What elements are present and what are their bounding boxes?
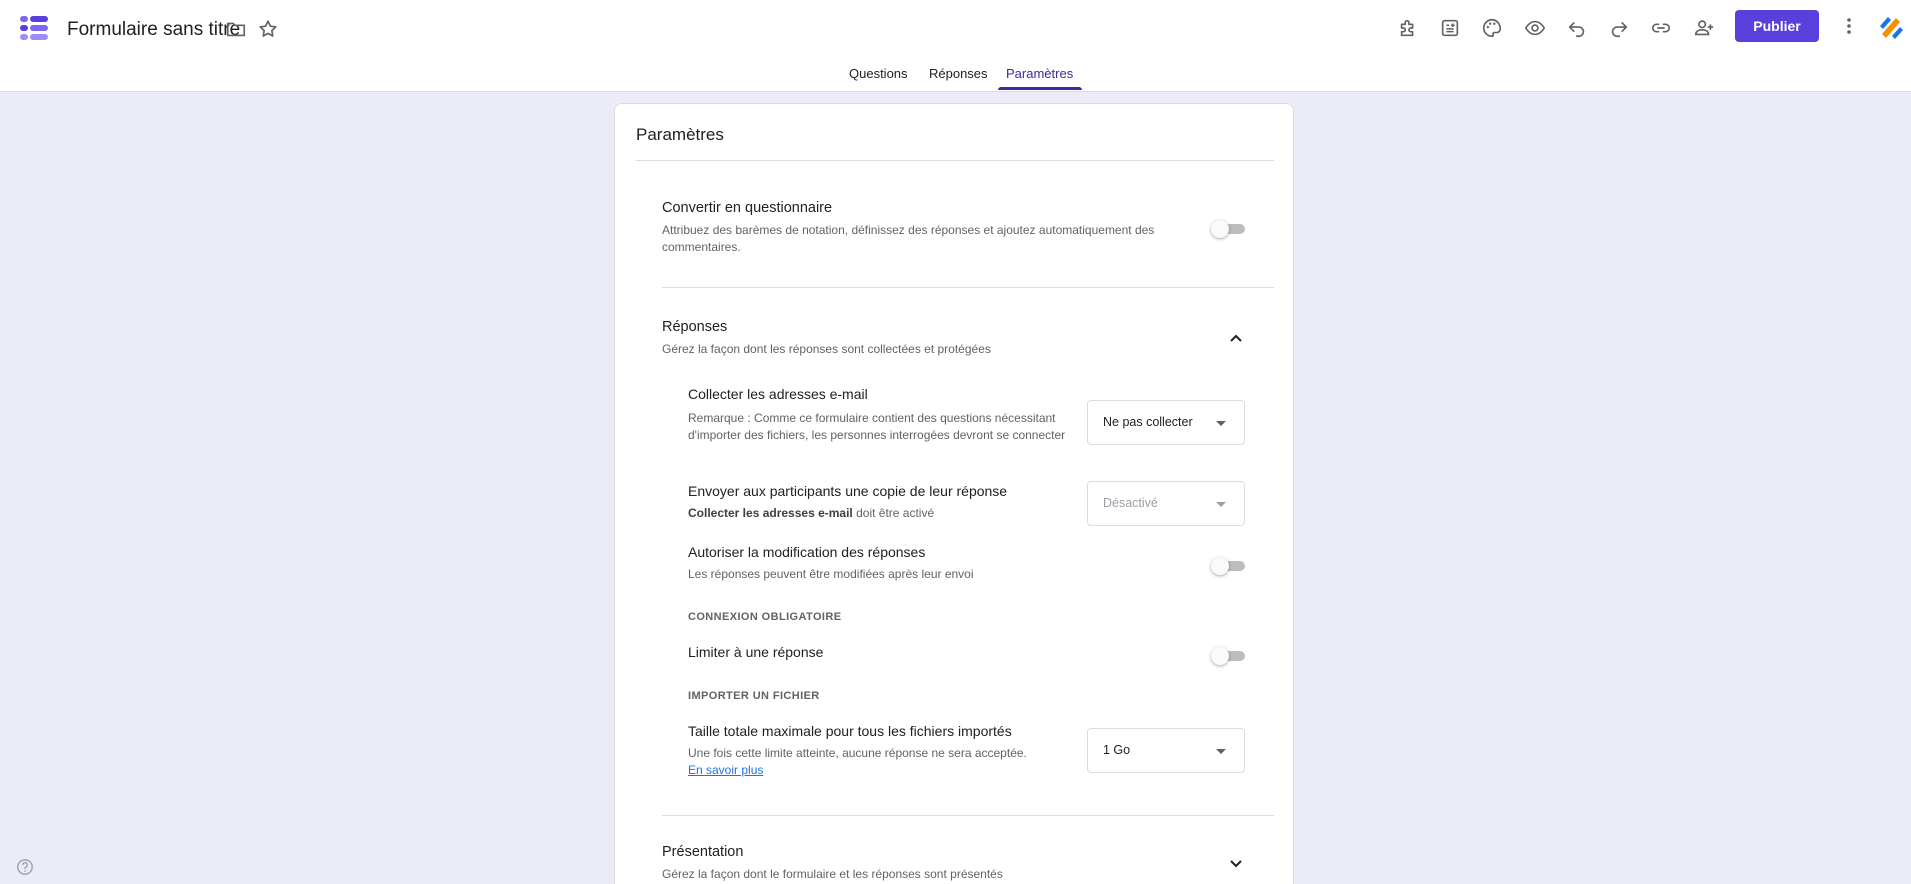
quiz-description: Attribuez des barèmes de notation, défin… <box>662 223 1155 254</box>
max-size-title: Taille totale maximale pour tous les fic… <box>688 723 1012 739</box>
presentation-section-title: Présentation <box>662 844 744 860</box>
dropdown-arrow-icon <box>1216 749 1226 754</box>
responses-section-title: Réponses <box>662 319 728 335</box>
more-vert-icon[interactable] <box>1837 14 1861 38</box>
dropdown-arrow-icon <box>1216 421 1226 426</box>
login-section-header: CONNEXION OBLIGATOIRE <box>688 611 842 623</box>
limit-one-title: Limiter à une réponse <box>688 644 824 660</box>
help-icon[interactable] <box>16 858 34 876</box>
collect-emails-note: Remarque : Comme ce formulaire contient … <box>688 411 1066 442</box>
forms-logo[interactable] <box>20 14 48 42</box>
allow-edit-title: Autoriser la modification des réponses <box>688 544 926 560</box>
quiz-toggle[interactable] <box>1211 220 1245 238</box>
star-icon[interactable] <box>257 18 279 40</box>
extension-logo-icon[interactable] <box>1878 14 1904 40</box>
title-divider <box>636 160 1274 161</box>
chevron-down-icon[interactable] <box>1226 853 1246 873</box>
folder-icon[interactable] <box>225 18 247 40</box>
tab-questions[interactable]: Questions <box>849 66 908 92</box>
dropdown-arrow-icon <box>1216 502 1226 507</box>
max-size-description: Une fois cette limite atteinte, aucune r… <box>688 746 1027 760</box>
send-copy-note: Collecter les adresses e-mail doit être … <box>688 505 934 522</box>
palette-icon[interactable] <box>1478 14 1506 42</box>
tab-bar: Questions Réponses Paramètres <box>0 66 1911 92</box>
max-size-select[interactable]: 1 Go <box>1087 728 1245 773</box>
puzzle-icon[interactable] <box>1394 14 1422 42</box>
link-icon[interactable] <box>1647 14 1675 42</box>
learn-more-link[interactable]: En savoir plus <box>688 763 763 777</box>
limit-one-toggle[interactable] <box>1211 647 1245 665</box>
allow-edit-description: Les réponses peuvent être modifiées aprè… <box>688 567 974 581</box>
tab-responses[interactable]: Réponses <box>929 66 988 92</box>
upload-section-header: IMPORTER UN FICHIER <box>688 690 820 702</box>
allow-edit-toggle[interactable] <box>1211 557 1245 575</box>
send-copy-title: Envoyer aux participants une copie de le… <box>688 483 1008 499</box>
send-copy-value: Désactivé <box>1103 496 1158 510</box>
chevron-up-icon[interactable] <box>1226 328 1246 348</box>
quiz-title: Convertir en questionnaire <box>662 200 833 216</box>
collect-emails-value: Ne pas collecter <box>1103 415 1193 429</box>
responses-divider <box>662 815 1274 816</box>
quiz-divider <box>662 287 1274 288</box>
redo-icon[interactable] <box>1605 14 1633 42</box>
collect-emails-select[interactable]: Ne pas collecter <box>1087 400 1245 445</box>
send-copy-note-rest: doit être activé <box>852 506 935 520</box>
active-tab-indicator <box>998 87 1082 90</box>
responses-section-description: Gérez la façon dont les réponses sont co… <box>662 342 991 356</box>
add-person-icon[interactable] <box>1690 14 1718 42</box>
undo-icon[interactable] <box>1563 14 1591 42</box>
settings-card: Paramètres Convertir en questionnaire At… <box>614 103 1294 884</box>
form-title[interactable]: Formulaire sans titre <box>67 19 240 41</box>
presentation-section-description: Gérez la façon dont le formulaire et les… <box>662 867 1003 881</box>
publish-button[interactable]: Publier <box>1735 10 1819 42</box>
send-copy-select: Désactivé <box>1087 481 1245 526</box>
eye-icon[interactable] <box>1521 14 1549 42</box>
form-settings-icon[interactable] <box>1436 14 1464 42</box>
settings-title: Paramètres <box>636 125 724 144</box>
send-copy-note-bold: Collecter les adresses e-mail <box>688 506 853 520</box>
collect-emails-title: Collecter les adresses e-mail <box>688 386 868 402</box>
top-bar: Formulaire sans titre Publier Questions … <box>0 0 1911 92</box>
max-size-value: 1 Go <box>1103 743 1131 757</box>
